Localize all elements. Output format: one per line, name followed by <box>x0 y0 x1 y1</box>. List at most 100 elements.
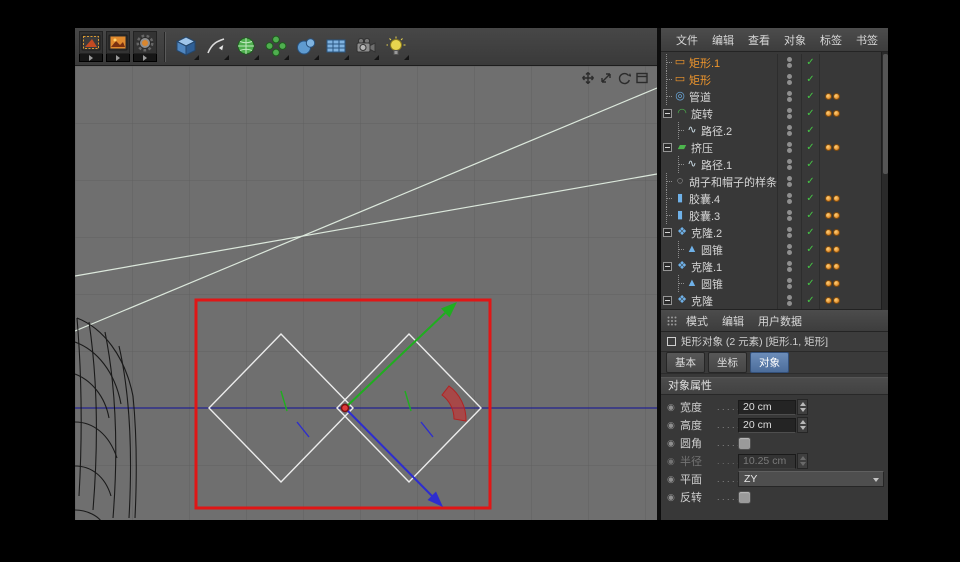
object-row[interactable]: ▲ 圆锥 ✓ <box>661 275 881 292</box>
extrude-icon[interactable]: ▰ <box>675 139 689 156</box>
object-label[interactable]: 路径.2 <box>699 123 777 139</box>
capsule-icon[interactable]: ▮ <box>673 190 687 207</box>
visibility-toggles[interactable] <box>777 173 801 190</box>
object-label[interactable]: 管道 <box>687 89 777 105</box>
object-row[interactable]: ◌ 胡子和帽子的样条 ✓ <box>661 173 881 190</box>
cone-icon[interactable]: ▲ <box>685 275 699 292</box>
object-row[interactable]: ▭ 矩形.1 ✓ <box>661 54 881 71</box>
visibility-toggles[interactable] <box>777 156 801 173</box>
metaball-button[interactable] <box>291 31 320 61</box>
object-row[interactable]: ∿ 路径.2 ✓ <box>661 122 881 139</box>
keyframe-dot-icon[interactable]: ◉ <box>667 492 680 503</box>
object-label[interactable]: 胶囊.3 <box>687 208 777 224</box>
menu-objects[interactable]: 对象 <box>777 32 813 48</box>
visibility-toggles[interactable] <box>777 88 801 105</box>
object-row[interactable]: ◎ 管道 ✓ <box>661 88 881 105</box>
menu-edit[interactable]: 编辑 <box>705 32 741 48</box>
phong-tag-icon[interactable] <box>819 292 881 309</box>
enable-check-icon[interactable]: ✓ <box>801 275 819 292</box>
spline-group-icon[interactable]: ◌ <box>673 173 687 190</box>
mograph-array-button[interactable] <box>261 31 290 61</box>
visibility-toggles[interactable] <box>777 139 801 156</box>
phong-tag-icon[interactable] <box>819 258 881 275</box>
phong-tag-icon[interactable] <box>819 88 881 105</box>
light-button[interactable] <box>381 31 410 61</box>
cloner-icon[interactable]: ❖ <box>675 292 689 309</box>
object-label[interactable]: 旋转 <box>689 106 777 122</box>
reverse-checkbox[interactable] <box>738 490 751 504</box>
render-picture-viewer-button[interactable] <box>106 31 132 62</box>
object-label[interactable]: 矩形 <box>687 72 777 88</box>
phong-tag-icon[interactable] <box>819 241 881 258</box>
visibility-toggles[interactable] <box>777 105 801 122</box>
tube-icon[interactable]: ◎ <box>673 88 687 105</box>
rectangle-icon[interactable]: ▭ <box>673 71 687 88</box>
visibility-toggles[interactable] <box>777 122 801 139</box>
visibility-toggles[interactable] <box>777 207 801 224</box>
enable-check-icon[interactable]: ✓ <box>801 105 819 122</box>
cloner-icon[interactable]: ❖ <box>675 258 689 275</box>
collapse-expander[interactable] <box>663 109 672 118</box>
object-label[interactable]: 胡子和帽子的样条 <box>687 174 777 190</box>
object-label[interactable]: 路径.1 <box>699 157 777 173</box>
menu-bookmarks[interactable]: 书签 <box>849 32 885 48</box>
enable-check-icon[interactable]: ✓ <box>801 292 819 309</box>
object-label[interactable]: 胶囊.4 <box>687 191 777 207</box>
object-row[interactable]: ▲ 圆锥 ✓ <box>661 241 881 258</box>
enable-check-icon[interactable]: ✓ <box>801 122 819 139</box>
render-picture-viewer-dropdown[interactable] <box>106 54 130 62</box>
panel-grip-icon[interactable] <box>667 316 677 326</box>
visibility-toggles[interactable] <box>777 292 801 309</box>
add-cube-button[interactable] <box>171 31 200 61</box>
object-row[interactable]: ❖ 克隆 ✓ <box>661 292 881 309</box>
freehand-spline-button[interactable] <box>201 31 230 61</box>
enable-check-icon[interactable]: ✓ <box>801 224 819 241</box>
object-row[interactable]: ▮ 胶囊.3 ✓ <box>661 207 881 224</box>
object-row[interactable]: ▰ 挤压 ✓ <box>661 139 881 156</box>
keyframe-dot-icon[interactable]: ◉ <box>667 402 680 413</box>
tag-area[interactable] <box>819 173 881 190</box>
camera-button[interactable] <box>351 31 380 61</box>
object-label[interactable]: 圆锥 <box>699 242 777 258</box>
visibility-toggles[interactable] <box>777 190 801 207</box>
enable-check-icon[interactable]: ✓ <box>801 207 819 224</box>
object-row[interactable]: ❖ 克隆.1 ✓ <box>661 258 881 275</box>
visibility-toggles[interactable] <box>777 258 801 275</box>
floor-grid-button[interactable] <box>321 31 350 61</box>
enable-check-icon[interactable]: ✓ <box>801 54 819 71</box>
object-label[interactable]: 克隆 <box>689 293 777 309</box>
zoom-icon[interactable] <box>598 70 613 85</box>
rotate-icon[interactable] <box>616 70 631 85</box>
tag-area[interactable] <box>819 156 881 173</box>
object-label[interactable]: 圆锥 <box>699 276 777 292</box>
visibility-toggles[interactable] <box>777 224 801 241</box>
collapse-expander[interactable] <box>663 228 672 237</box>
menu-view[interactable]: 查看 <box>741 32 777 48</box>
maximize-icon[interactable] <box>634 70 649 85</box>
width-field[interactable]: 20 cm <box>738 399 796 415</box>
visibility-toggles[interactable] <box>777 275 801 292</box>
menu-user-data[interactable]: 用户数据 <box>751 313 809 329</box>
visibility-toggles[interactable] <box>777 241 801 258</box>
phong-tag-icon[interactable] <box>819 105 881 122</box>
enable-check-icon[interactable]: ✓ <box>801 173 819 190</box>
viewport[interactable] <box>75 66 657 520</box>
collapse-expander[interactable] <box>663 143 672 152</box>
rounding-checkbox[interactable] <box>738 436 751 450</box>
enable-check-icon[interactable]: ✓ <box>801 139 819 156</box>
render-settings-dropdown[interactable] <box>133 54 157 62</box>
height-field[interactable]: 20 cm <box>738 417 796 433</box>
plane-dropdown[interactable]: ZY <box>738 471 884 487</box>
render-view-dropdown[interactable] <box>79 54 103 62</box>
tag-area[interactable] <box>819 122 881 139</box>
pan-icon[interactable] <box>580 70 595 85</box>
render-settings-button[interactable] <box>133 31 159 62</box>
menu-tags[interactable]: 标签 <box>813 32 849 48</box>
keyframe-dot-icon[interactable]: ◉ <box>667 420 680 431</box>
object-row[interactable]: ∿ 路径.1 ✓ <box>661 156 881 173</box>
collapse-expander[interactable] <box>663 296 672 305</box>
subdivision-surface-button[interactable] <box>231 31 260 61</box>
height-stepper[interactable] <box>797 417 808 433</box>
tree-scrollbar[interactable] <box>881 52 888 310</box>
collapse-expander[interactable] <box>663 262 672 271</box>
